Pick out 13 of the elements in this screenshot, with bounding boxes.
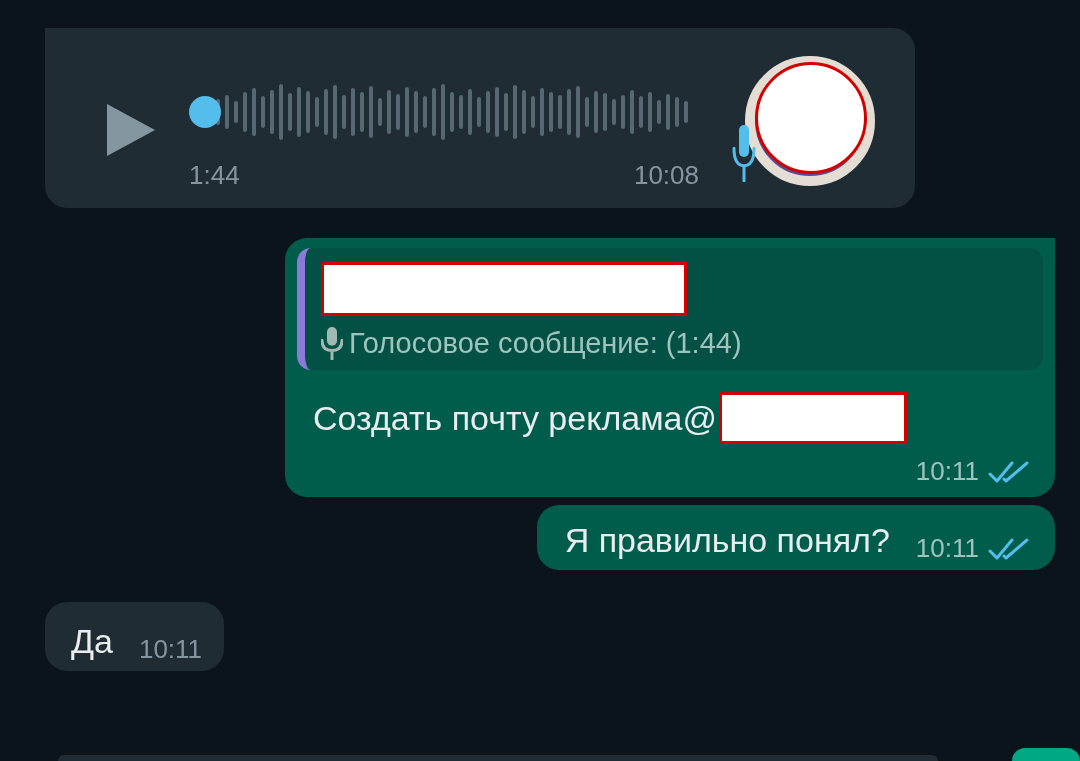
quoted-message[interactable]: Голосовое сообщение: (1:44) [297, 248, 1043, 370]
quoted-text: Голосовое сообщение: (1:44) [349, 326, 742, 360]
message-time: 10:11 [915, 456, 979, 487]
message-time: 10:11 [138, 634, 203, 665]
message-time: 10:11 [915, 533, 979, 564]
message-time: 10:08 [633, 160, 699, 191]
message-text: Создать почту реклама@ [313, 398, 717, 438]
microphone-icon [321, 326, 343, 360]
voice-duration: 1:44 [189, 160, 240, 191]
progress-thumb[interactable] [189, 96, 221, 128]
message-text: Я правильно понял? [564, 521, 890, 560]
send-button[interactable] [1012, 748, 1080, 761]
message-text: Да [71, 622, 113, 661]
